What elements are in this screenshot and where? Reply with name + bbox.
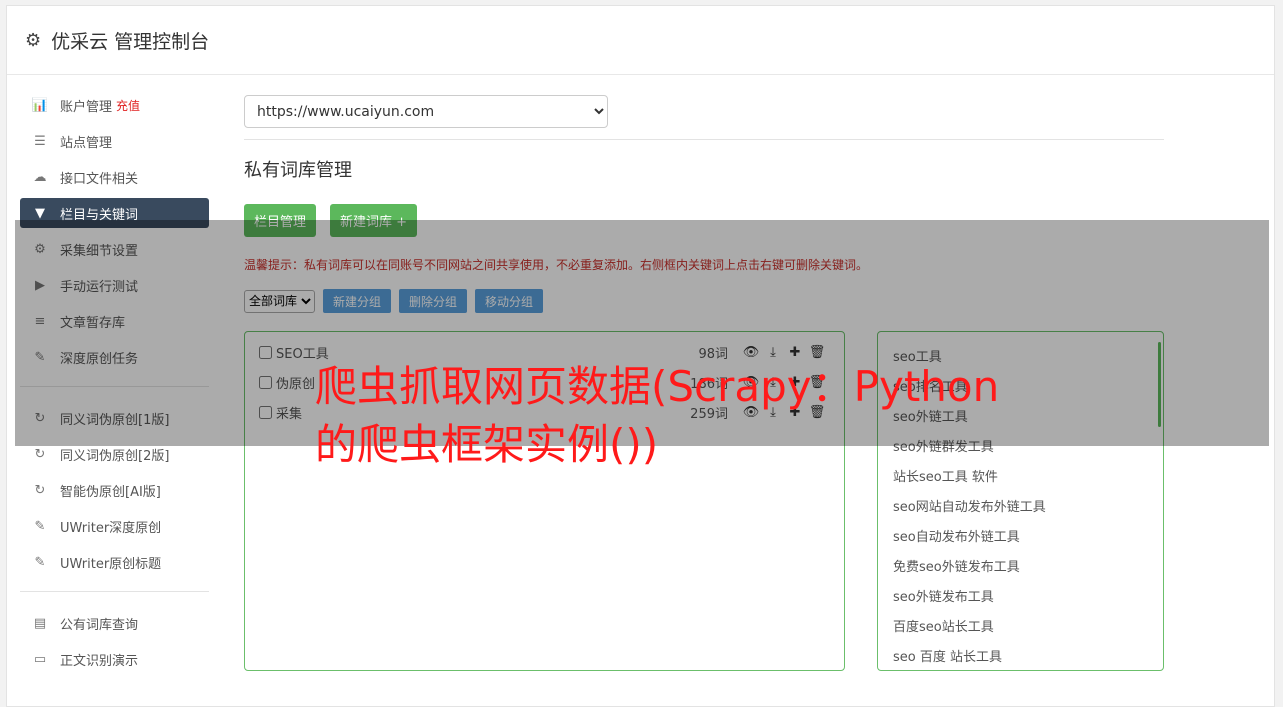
keyword-item[interactable]: seo网站自动发布外链工具 <box>878 493 1163 523</box>
keyword-item[interactable]: seo 百度 站长工具 <box>878 643 1163 673</box>
monitor-icon: ▭ <box>33 651 47 667</box>
overlay-title: 爬虫抓取网页数据(Scrapy：Python的爬虫框架实例()) <box>315 362 1000 469</box>
sidebar-item[interactable]: ▭ 正文识别演示 <box>20 644 209 674</box>
sidebar-item[interactable]: ☰ 站点管理 <box>20 126 209 156</box>
sidebar-item-label: 账户管理 <box>60 99 113 115</box>
sidebar-item[interactable]: ✎ UWriter深度原创 <box>20 511 209 541</box>
recharge-link[interactable]: 充值 <box>116 97 140 114</box>
sidebar-item[interactable]: ☁ 接口文件相关 <box>20 162 209 192</box>
keyword-item[interactable]: 百度seo站长工具 <box>878 613 1163 643</box>
refresh-icon: ↻ <box>34 446 46 462</box>
sidebar-divider <box>20 591 209 592</box>
sidebar-item-label: 接口文件相关 <box>60 171 139 187</box>
sidebar-item[interactable]: ↻ 智能伪原创[AI版] <box>20 475 209 505</box>
sidebar-item[interactable]: ▤ 公有词库查询 <box>20 608 209 638</box>
sidebar-item-label: UWriter深度原创 <box>60 520 162 536</box>
sidebar-item-label: 正文识别演示 <box>60 653 139 669</box>
book-icon: ▤ <box>33 615 47 631</box>
gear-icon: ⚙ <box>25 29 42 51</box>
sidebar-item-label: 公有词库查询 <box>60 617 139 633</box>
edit-icon: ✎ <box>34 518 46 534</box>
keyword-item[interactable]: 免费seo外链发布工具 <box>878 553 1163 583</box>
page-title: 优采云 管理控制台 <box>51 30 210 53</box>
keyword-item[interactable]: seo外链发布工具 <box>878 583 1163 613</box>
sidebar-item-label: 同义词伪原创[2版] <box>60 448 170 464</box>
sidebar-item[interactable]: ✎ UWriter原创标题 <box>20 547 209 577</box>
header: ⚙ 优采云 管理控制台 <box>7 6 1274 75</box>
bar-chart-icon: 📊 <box>31 97 49 113</box>
refresh-icon: ↻ <box>34 482 46 498</box>
server-icon: ☰ <box>34 133 46 149</box>
keyword-item[interactable]: seo自动发布外链工具 <box>878 523 1163 553</box>
section-title: 私有词库管理 <box>244 160 352 181</box>
sidebar-item[interactable]: 📊 账户管理 充值 <box>20 90 209 120</box>
sidebar-item-label: 智能伪原创[AI版] <box>60 484 161 500</box>
sidebar-item-label: 站点管理 <box>60 135 113 151</box>
cloud-upload-icon: ☁ <box>33 169 47 185</box>
edit-icon: ✎ <box>34 554 46 570</box>
divider <box>244 139 1164 140</box>
filter-icon: ▼ <box>35 205 45 221</box>
sidebar-item-label: UWriter原创标题 <box>60 556 162 572</box>
site-select[interactable]: https://www.ucaiyun.com <box>244 95 608 128</box>
